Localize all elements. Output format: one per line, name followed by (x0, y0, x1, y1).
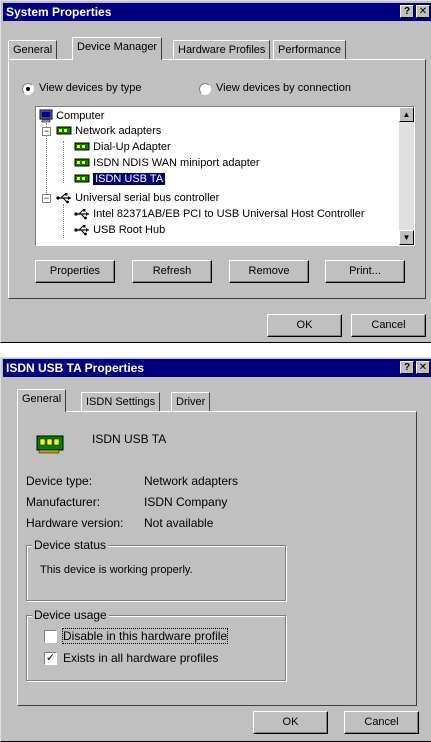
general-panel: ISDN USB TA Device type: Network adapter… (17, 411, 417, 706)
tree-item-usb-controller[interactable]: Universal serial bus controller (56, 190, 219, 206)
tab-hardware-profiles[interactable]: Hardware Profiles (173, 40, 271, 60)
cancel-button[interactable]: Cancel (351, 314, 426, 337)
tree-line (63, 204, 64, 238)
hardware-version-label: Hardware version: (26, 516, 124, 530)
device-manager-panel: View devices by type View devices by con… (8, 59, 426, 299)
network-adapter-icon (74, 174, 90, 183)
device-status-text: This device is working properly. (40, 564, 193, 576)
tree-label: Network adapters (75, 125, 162, 137)
ok-button[interactable]: OK (267, 314, 342, 337)
view-by-connection-radio[interactable] (199, 83, 211, 95)
tree-item-network-adapters[interactable]: Network adapters (56, 123, 161, 139)
dialog-title: System Properties (6, 5, 112, 19)
tree-label: Computer (56, 110, 105, 122)
scroll-down-arrow-icon[interactable]: ▼ (399, 230, 414, 245)
close-button[interactable]: ✕ (416, 361, 430, 374)
dialog-title: ISDN USB TA Properties (6, 361, 145, 375)
ok-button[interactable]: OK (253, 711, 328, 734)
device-type-value: Network adapters (144, 474, 239, 488)
usb-icon (74, 209, 89, 220)
tree-label: Dial-Up Adapter (93, 141, 171, 153)
device-status-group-label: Device status (32, 538, 109, 552)
tab-isdn-settings[interactable]: ISDN Settings (81, 392, 161, 412)
expand-network-adapters[interactable]: − (42, 127, 51, 136)
expand-usb-controller[interactable]: − (42, 194, 51, 203)
exists-in-all-profiles-checkbox[interactable]: ✓ (44, 652, 57, 665)
network-adapter-icon (36, 435, 64, 454)
tree-label: Universal serial bus controller (75, 192, 220, 204)
manufacturer-label: Manufacturer: (26, 495, 101, 509)
hardware-version-value: Not available (144, 516, 214, 530)
device-name: ISDN USB TA (92, 432, 167, 446)
tab-driver[interactable]: Driver (171, 392, 211, 412)
refresh-button[interactable]: Refresh (132, 260, 212, 283)
network-adapter-icon (74, 142, 90, 151)
tree-item-isdn-ndis-wan[interactable]: ISDN NDIS WAN miniport adapter (74, 155, 260, 171)
close-button[interactable]: ✕ (416, 5, 430, 18)
manufacturer-value: ISDN Company (144, 495, 228, 509)
tab-performance[interactable]: Performance (273, 40, 346, 60)
system-properties-titlebar[interactable]: System Properties ? ✕ (3, 3, 431, 21)
tab-general[interactable]: General (8, 40, 58, 60)
isdn-properties-titlebar[interactable]: ISDN USB TA Properties ? ✕ (3, 359, 431, 377)
disable-in-profile-label[interactable]: Disable in this hardware profile (61, 628, 229, 644)
device-tree[interactable]: Computer − Network adapters Dial-Up Adap… (35, 106, 415, 246)
help-button[interactable]: ? (400, 5, 414, 18)
tree-label: USB Root Hub (93, 224, 166, 236)
tree-item-usb-root-hub[interactable]: USB Root Hub (74, 222, 165, 238)
usb-icon (56, 193, 71, 204)
usb-icon (74, 225, 89, 236)
remove-button[interactable]: Remove (229, 260, 309, 283)
tree-item-isdn-usb-ta[interactable]: ISDN USB TA (74, 171, 167, 187)
tree-item-dialup-adapter[interactable]: Dial-Up Adapter (74, 139, 171, 155)
device-usage-group (26, 615, 286, 681)
view-by-connection-label[interactable]: View devices by connection (216, 82, 351, 94)
help-button[interactable]: ? (400, 361, 414, 374)
tab-general[interactable]: General (17, 389, 67, 412)
tree-item-intel-usb-host[interactable]: Intel 82371AB/EB PCI to USB Universal Ho… (74, 206, 365, 222)
exists-in-all-profiles-label[interactable]: Exists in all hardware profiles (63, 651, 218, 665)
vertical-scrollbar[interactable]: ▲ ▼ (399, 107, 414, 245)
network-adapter-icon (56, 126, 72, 135)
view-by-type-label[interactable]: View devices by type (39, 82, 142, 94)
tree-line (63, 141, 64, 183)
disable-in-profile-checkbox[interactable] (44, 630, 57, 643)
device-type-label: Device type: (26, 474, 93, 488)
isdn-properties-dialog: ISDN USB TA Properties ? ✕ General ISDN … (0, 357, 431, 742)
computer-icon (39, 109, 53, 123)
scroll-up-arrow-icon[interactable]: ▲ (399, 107, 414, 122)
system-properties-dialog: System Properties ? ✕ General Device Man… (0, 0, 431, 343)
tree-item-computer[interactable]: Computer (39, 108, 104, 124)
tab-device-manager[interactable]: Device Manager (72, 37, 163, 60)
device-usage-group-label: Device usage (32, 608, 109, 622)
tree-label: ISDN NDIS WAN miniport adapter (93, 157, 260, 169)
cancel-button[interactable]: Cancel (344, 711, 419, 734)
radio-dot (26, 87, 30, 91)
properties-button[interactable]: Properties (35, 260, 115, 283)
tree-label-selected: ISDN USB TA (92, 172, 167, 186)
network-adapter-icon (74, 158, 90, 167)
view-by-type-radio[interactable] (22, 83, 34, 95)
print-button[interactable]: Print... (325, 260, 405, 283)
tree-label: Intel 82371AB/EB PCI to USB Universal Ho… (93, 208, 365, 220)
